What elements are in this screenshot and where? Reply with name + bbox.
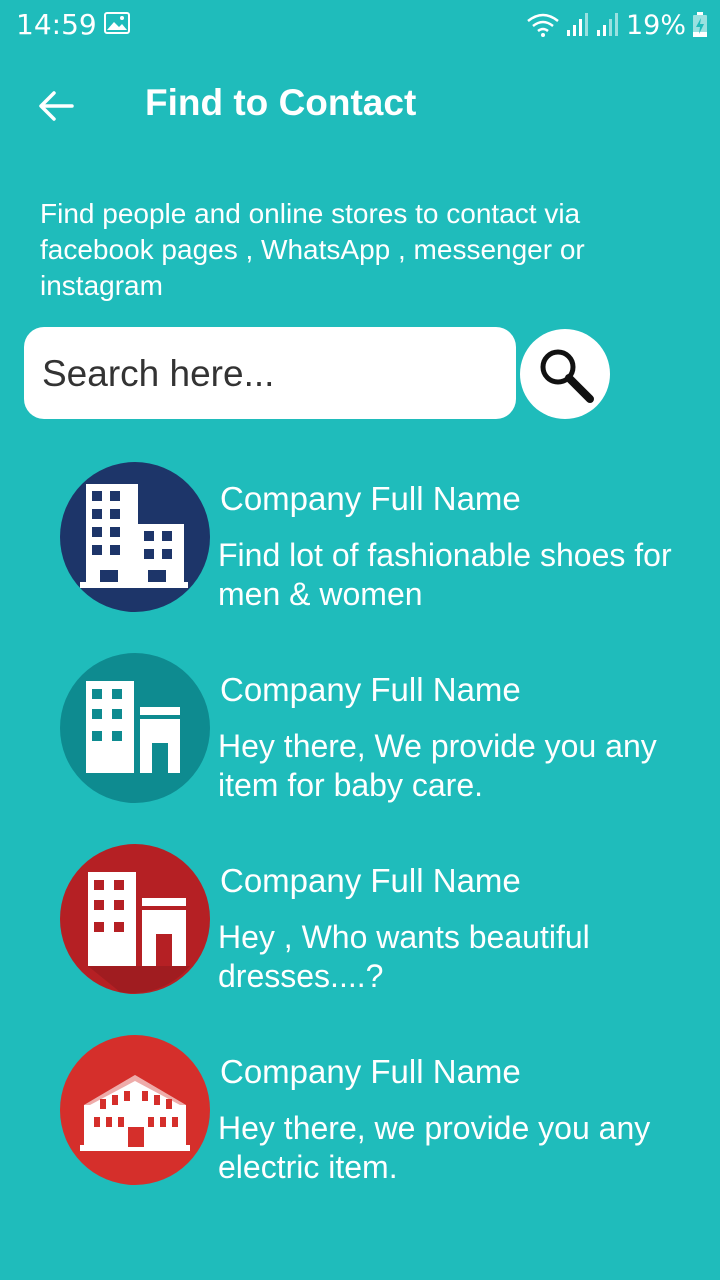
- company-name: Company Full Name: [220, 671, 521, 708]
- company-name: Company Full Name: [220, 862, 521, 899]
- list-item[interactable]: Company Full Name Hey , Who wants beauti…: [60, 844, 700, 996]
- status-icons: 19%: [526, 8, 708, 42]
- company-description: Hey there, We provide you any item for b…: [218, 728, 657, 803]
- company-name: Company Full Name: [220, 1053, 521, 1090]
- battery-charging-icon: [693, 12, 707, 37]
- page-title: Find to Contact: [145, 82, 417, 123]
- image-icon: [104, 12, 130, 34]
- list-item[interactable]: Company Full Name Hey there, We provide …: [60, 653, 700, 805]
- company-description: Hey there, we provide you any electric i…: [218, 1110, 651, 1185]
- battery-percent: 19%: [625, 9, 686, 41]
- search-bar: [24, 327, 714, 421]
- back-button[interactable]: [30, 80, 82, 132]
- wifi-icon: [527, 13, 559, 37]
- buildings-icon: [60, 653, 210, 803]
- office-building-icon: [60, 462, 210, 612]
- list-item[interactable]: Company Full Name Find lot of fashionabl…: [60, 462, 700, 614]
- magnifier-icon: [540, 349, 594, 403]
- search-box: [24, 327, 516, 421]
- buildings-icon: [60, 844, 210, 994]
- app-bar: Find to Contact: [0, 58, 720, 154]
- status-time: 14:59: [16, 8, 97, 41]
- signal-icon: [566, 13, 588, 36]
- signal-icon: [596, 13, 618, 36]
- search-button[interactable]: [520, 329, 610, 419]
- hotel-building-icon: [60, 1035, 210, 1185]
- company-name: Company Full Name: [220, 480, 521, 517]
- company-description: Find lot of fashionable shoes for men & …: [218, 537, 672, 612]
- list-item[interactable]: Company Full Name Hey there, we provide …: [60, 1035, 700, 1187]
- search-input[interactable]: [40, 327, 504, 421]
- intro-text: Find people and online stores to contact…: [40, 198, 585, 301]
- arrow-left-icon: [39, 91, 74, 121]
- status-bar: 14:59 19%: [0, 0, 720, 50]
- company-description: Hey , Who wants beautiful dresses....?: [218, 919, 590, 994]
